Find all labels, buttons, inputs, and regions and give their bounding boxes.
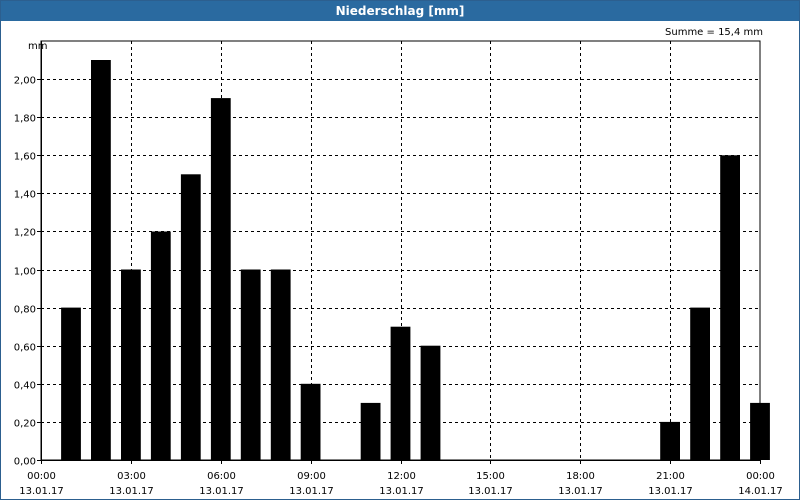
y-axis-unit-label: mm [28,41,47,52]
x-tick-date-label: 13.01.17 [19,486,64,497]
y-tick-label: 2,00 [14,76,36,87]
precipitation-bar [750,402,770,460]
precipitation-bar [390,326,411,460]
x-tick-time-label: 21:00 [656,471,685,482]
precipitation-bar [420,345,441,460]
y-tick-label: 1,60 [14,152,36,163]
precipitation-bar [360,402,381,460]
x-tick-time-label: 06:00 [207,471,236,482]
x-tick-date-label: 13.01.17 [109,486,154,497]
precipitation-bar [720,155,740,461]
y-tick-label: 1,20 [14,228,36,239]
precipitation-chart: 0,00 0,20 0,40 0,60 0,80 1,00 1,20 1,40 1,60 1,80… [14,40,783,497]
precipitation-bar [210,98,231,460]
precipitation-bar [270,269,291,460]
x-tick-time-label: 18:00 [566,471,595,482]
precipitation-bar [690,307,710,460]
y-tick-label: 1,80 [14,114,36,125]
precipitation-bar [150,231,171,460]
x-tick-time-label: 12:00 [387,471,416,482]
precipitation-bar [300,383,321,460]
y-tick-label: 0,00 [14,457,36,468]
y-tick-label: 1,00 [14,267,36,278]
x-tick-time-label: 09:00 [297,471,326,482]
precipitation-bar [180,174,201,461]
x-tick-date-label: 13.01.17 [468,486,513,497]
x-tick-date-label: 13.01.17 [379,486,424,497]
precipitation-bar [660,421,680,460]
x-tick-date-label: 13.01.17 [199,486,244,497]
x-tick-date-label: 13.01.17 [558,486,603,497]
x-tick-time-label: 03:00 [117,471,146,482]
precipitation-bar [61,307,81,460]
x-tick-time-label: 00:00 [27,471,56,482]
y-tick-label: 0,80 [14,305,36,316]
precipitation-bar [121,269,141,460]
x-tick-date-label: 13.01.17 [289,486,334,497]
x-tick-time-label: 00:00 [746,471,775,482]
x-tick-date-label: 13.01.17 [648,486,693,497]
y-tick-label: 0,40 [14,381,36,392]
chart-window: Niederschlag [mm] Summe = 15,4 mm 0,00 0,… [0,0,800,500]
y-tick-label: 1,40 [14,190,36,201]
x-tick-time-label: 15:00 [476,471,505,482]
y-tick-label: 0,60 [14,343,36,354]
precipitation-bar [91,60,111,460]
x-tick-date-label: 14.01.17 [738,486,783,497]
y-tick-label: 0,20 [14,419,36,430]
precipitation-bar [240,269,261,460]
